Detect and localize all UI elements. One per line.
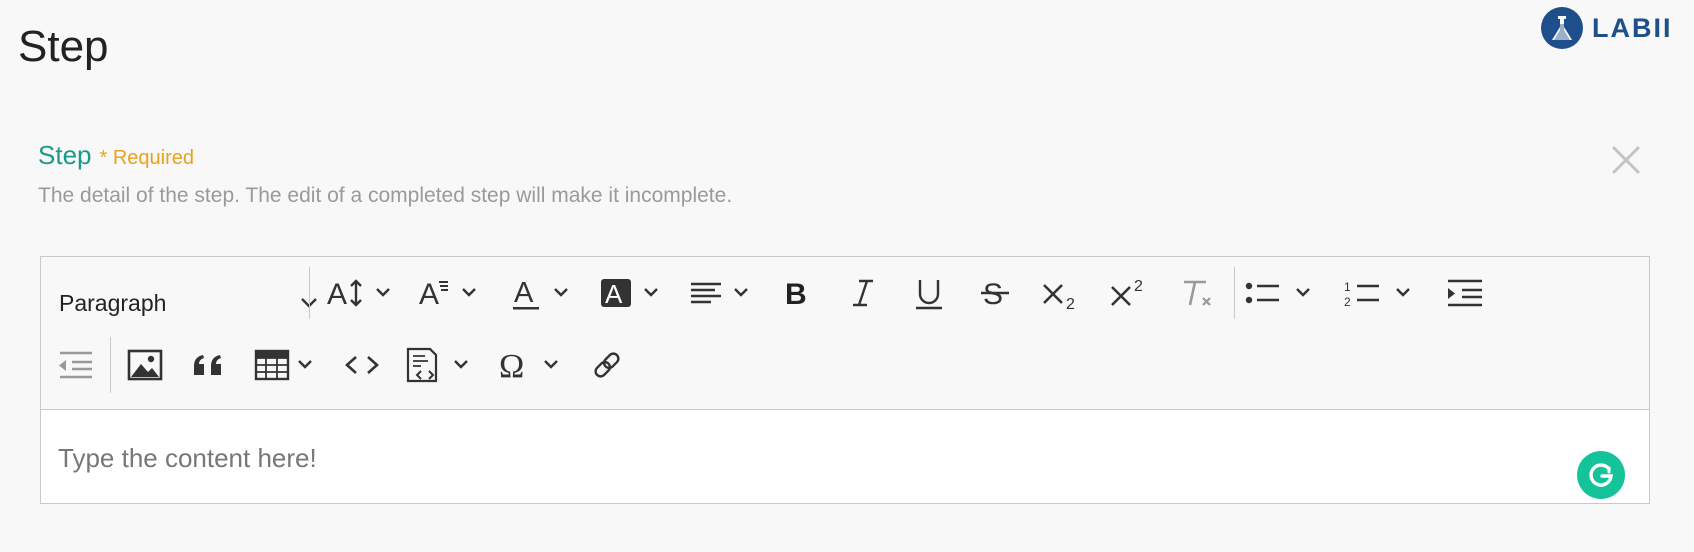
svg-text:B: B xyxy=(785,278,807,311)
insert-image-button[interactable] xyxy=(123,339,167,391)
editor-content-area[interactable]: Type the content here! xyxy=(41,410,1649,503)
indent-button[interactable] xyxy=(1441,267,1491,319)
font-size-button[interactable]: A xyxy=(325,267,401,319)
underline-icon xyxy=(916,280,942,310)
insert-link-button[interactable] xyxy=(585,339,629,391)
font-family-icon: A xyxy=(419,278,476,311)
close-icon xyxy=(1612,146,1640,174)
indent-icon xyxy=(1448,279,1482,307)
toolbar-separator xyxy=(1234,267,1235,319)
align-left-icon xyxy=(691,282,748,304)
numbered-list-icon: 1 2 xyxy=(1344,280,1410,309)
background-color-button[interactable]: A xyxy=(599,267,669,319)
editor-toolbar: Paragraph A A A A B S 2 2 1 2 Ω xyxy=(41,257,1649,410)
superscript-button[interactable]: 2 xyxy=(1105,267,1155,319)
svg-text:A: A xyxy=(327,278,347,311)
editor-placeholder: Type the content here! xyxy=(58,443,317,473)
image-icon xyxy=(127,349,163,381)
field-label: Step xyxy=(38,140,92,170)
heading-dropdown-value: Paragraph xyxy=(59,289,167,316)
italic-icon xyxy=(853,279,873,307)
font-color-button[interactable]: A xyxy=(509,267,579,319)
code-block-button[interactable] xyxy=(403,339,477,391)
logo-text: LABII xyxy=(1592,12,1673,43)
bold-button[interactable]: B xyxy=(775,267,819,319)
underline-button[interactable] xyxy=(907,267,951,319)
bulleted-list-button[interactable] xyxy=(1243,267,1323,319)
subscript-icon: 2 xyxy=(1043,284,1075,313)
flask-logo-icon xyxy=(1541,7,1583,49)
field-help-text: The detail of the step. The edit of a co… xyxy=(38,184,733,207)
strikethrough-icon: S xyxy=(981,278,1009,311)
superscript-icon: 2 xyxy=(1111,278,1143,306)
code-button[interactable] xyxy=(337,339,387,391)
svg-text:2: 2 xyxy=(1066,296,1075,313)
grammarly-icon xyxy=(1589,463,1613,487)
bulleted-list-icon xyxy=(1245,282,1310,304)
font-size-icon: A xyxy=(327,278,390,311)
insert-table-button[interactable] xyxy=(253,339,323,391)
omega-icon: Ω xyxy=(499,348,558,385)
field-label-row: Step * Required xyxy=(38,140,194,171)
alignment-button[interactable] xyxy=(689,267,759,319)
labii-logo: LABII xyxy=(1540,6,1673,50)
code-icon xyxy=(345,356,379,374)
page-title: Step xyxy=(18,22,109,71)
svg-text:1: 1 xyxy=(1344,280,1351,294)
close-button[interactable] xyxy=(1608,142,1644,178)
block-quote-button[interactable] xyxy=(187,339,231,391)
svg-text:2: 2 xyxy=(1134,278,1143,295)
required-indicator: * Required xyxy=(99,147,195,169)
svg-text:2: 2 xyxy=(1344,295,1351,309)
strikethrough-button[interactable]: S xyxy=(973,267,1017,319)
svg-text:S: S xyxy=(983,278,1003,311)
link-icon xyxy=(594,352,620,378)
outdent-icon xyxy=(59,351,92,379)
rich-text-editor: Paragraph A A A A B S 2 2 1 2 Ω Type the… xyxy=(40,256,1650,504)
remove-format-button[interactable] xyxy=(1173,267,1223,319)
special-characters-button[interactable]: Ω xyxy=(497,339,571,391)
font-color-icon: A xyxy=(513,277,568,310)
grammarly-button[interactable] xyxy=(1577,451,1625,499)
italic-button[interactable] xyxy=(841,267,885,319)
bold-icon: B xyxy=(785,278,807,311)
svg-text:A: A xyxy=(514,277,534,309)
background-color-icon: A xyxy=(601,279,658,309)
svg-text:A: A xyxy=(605,279,623,309)
svg-text:A: A xyxy=(419,278,439,311)
table-icon xyxy=(254,349,312,381)
outdent-button[interactable] xyxy=(51,339,101,391)
heading-dropdown[interactable]: Paragraph xyxy=(59,277,319,329)
code-block-icon xyxy=(406,347,468,383)
quote-icon xyxy=(194,355,221,375)
toolbar-separator xyxy=(309,267,310,319)
subscript-button[interactable]: 2 xyxy=(1037,267,1087,319)
font-family-button[interactable]: A xyxy=(417,267,487,319)
svg-text:Ω: Ω xyxy=(499,348,524,385)
toolbar-separator xyxy=(110,337,111,393)
numbered-list-button[interactable]: 1 2 xyxy=(1343,267,1423,319)
remove-format-icon xyxy=(1184,280,1211,306)
